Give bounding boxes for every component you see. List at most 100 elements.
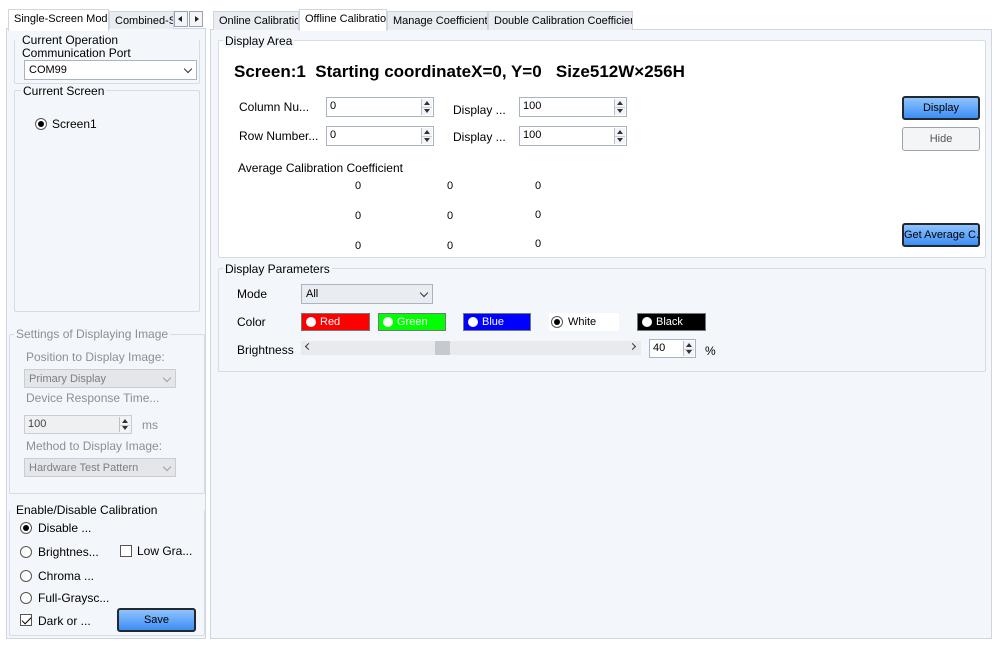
coefficient-value: 0 (354, 180, 362, 192)
row-number-input[interactable]: 0 (326, 126, 434, 146)
calibration-title: Enable/Disable Calibration (14, 503, 160, 517)
column-spin-buttons[interactable] (421, 99, 432, 115)
radio-icon (551, 316, 563, 328)
chevron-right-icon[interactable] (628, 342, 637, 351)
color-label: Color (237, 315, 266, 329)
coefficient-value: 0 (534, 238, 542, 250)
spin-up-icon (424, 130, 430, 134)
tab-manage-coefficients[interactable]: Manage Coefficients (387, 11, 488, 30)
color-white-option[interactable]: White (549, 313, 619, 331)
position-label: Position to Display Image: (26, 350, 165, 364)
chevron-down-icon (183, 64, 193, 74)
chevron-left-icon[interactable] (304, 342, 313, 351)
display1-spin-buttons[interactable] (614, 99, 625, 115)
radio-icon (468, 317, 478, 327)
chroma-radio[interactable] (20, 570, 32, 582)
dark-checkbox[interactable] (20, 614, 32, 626)
method-label: Method to Display Image: (26, 439, 163, 453)
radio-icon (383, 317, 393, 327)
color-red-option[interactable]: Red (301, 313, 370, 331)
full-gray-radio[interactable] (20, 592, 32, 604)
current-screen-title: Current Screen (21, 84, 107, 98)
color-green-option[interactable]: Green (378, 313, 446, 331)
display2-spin-buttons[interactable] (614, 128, 625, 144)
mode-select[interactable]: All (301, 284, 433, 304)
get-average-button[interactable]: Get Average C... (902, 223, 980, 247)
spin-down-icon (424, 138, 430, 142)
coefficient-value: 0 (446, 240, 454, 252)
spin-up-icon (122, 419, 128, 423)
spin-down-icon (617, 109, 623, 113)
tab-scroll-right-button[interactable] (189, 11, 203, 27)
screen1-radio[interactable] (35, 118, 47, 130)
row-spin-buttons[interactable] (421, 128, 432, 144)
tab-combined-screen[interactable]: Combined-Sc (109, 11, 174, 29)
spin-down-icon (617, 138, 623, 142)
brightness-value: 40 (653, 342, 666, 354)
tab-scroll-left-button[interactable] (174, 11, 188, 27)
radio-icon (642, 317, 652, 327)
position-select[interactable]: Primary Display (24, 369, 176, 388)
brightness-label[interactable]: Brightnes... (38, 545, 99, 559)
coefficient-value: 0 (354, 210, 362, 222)
save-button[interactable]: Save (117, 608, 196, 632)
row-number-label: Row Number... (239, 129, 319, 143)
full-gray-label[interactable]: Full-Graysc... (38, 591, 109, 605)
display2-input[interactable]: 100 (519, 126, 627, 146)
mode-label: Mode (237, 287, 268, 301)
display1-label: Display ... (453, 103, 506, 117)
chroma-label[interactable]: Chroma ... (38, 569, 94, 583)
color-blue-label: Blue (482, 316, 505, 328)
operation-port-title: Current Operation Communication Port (22, 33, 131, 60)
method-value: Hardware Test Pattern (29, 462, 139, 474)
spin-up-icon (617, 101, 623, 105)
chevron-down-icon (162, 462, 172, 472)
color-black-option[interactable]: Black (637, 313, 706, 331)
brightness-slider[interactable] (301, 341, 641, 355)
low-gray-label[interactable]: Low Gra... (137, 544, 192, 558)
tab-online-calibration[interactable]: Online Calibration (213, 11, 299, 30)
screen1-label[interactable]: Screen1 (52, 117, 97, 131)
response-unit: ms (142, 418, 158, 432)
chevron-down-icon (162, 373, 172, 383)
position-value: Primary Display (29, 373, 107, 385)
chevron-right-icon (195, 16, 199, 22)
port-select[interactable]: COM99 (24, 60, 197, 80)
method-select[interactable]: Hardware Test Pattern (24, 458, 176, 477)
spin-down-icon (686, 350, 692, 354)
low-gray-checkbox[interactable] (120, 545, 132, 557)
disable-label[interactable]: Disable ... (38, 521, 91, 535)
coefficient-value: 0 (446, 210, 454, 222)
screen-info-heading: Screen:1 Starting coordinateX=0, Y=0 Siz… (234, 62, 685, 81)
coefficient-value: 0 (354, 240, 362, 252)
image-settings-title: Settings of Displaying Image (14, 327, 171, 341)
color-blue-option[interactable]: Blue (463, 313, 531, 331)
brightness-input[interactable]: 40 (649, 339, 696, 358)
color-red-label: Red (320, 316, 341, 328)
brightness-radio[interactable] (20, 546, 32, 558)
brightness-unit: % (705, 344, 716, 358)
column-number-value: 0 (330, 100, 337, 112)
tab-double-calibration[interactable]: Double Calibration Coefficients (488, 11, 633, 30)
display2-value: 100 (523, 129, 542, 141)
display-area-title: Display Area (223, 34, 295, 48)
disable-radio[interactable] (20, 522, 32, 534)
brightness-spin-buttons[interactable] (683, 341, 694, 356)
response-time-value: 100 (28, 418, 47, 430)
row-number-value: 0 (330, 129, 337, 141)
response-label: Device Response Time... (26, 391, 160, 405)
display-button[interactable]: Display (902, 96, 980, 120)
dark-label[interactable]: Dark or ... (38, 614, 91, 628)
display1-value: 100 (523, 100, 542, 112)
response-spin-buttons[interactable] (119, 417, 130, 432)
display-params-title: Display Parameters (223, 262, 332, 276)
tab-offline-calibration[interactable]: Offline Calibration (299, 9, 387, 31)
color-black-label: Black (656, 316, 683, 328)
hide-button[interactable]: Hide (902, 127, 980, 151)
column-number-input[interactable]: 0 (326, 97, 434, 117)
slider-thumb[interactable] (435, 341, 450, 355)
response-time-input[interactable]: 100 (24, 415, 132, 434)
display1-input[interactable]: 100 (519, 97, 627, 117)
color-white-label: White (568, 316, 597, 328)
tab-single-screen-mode[interactable]: Single-Screen Mode (8, 9, 109, 31)
